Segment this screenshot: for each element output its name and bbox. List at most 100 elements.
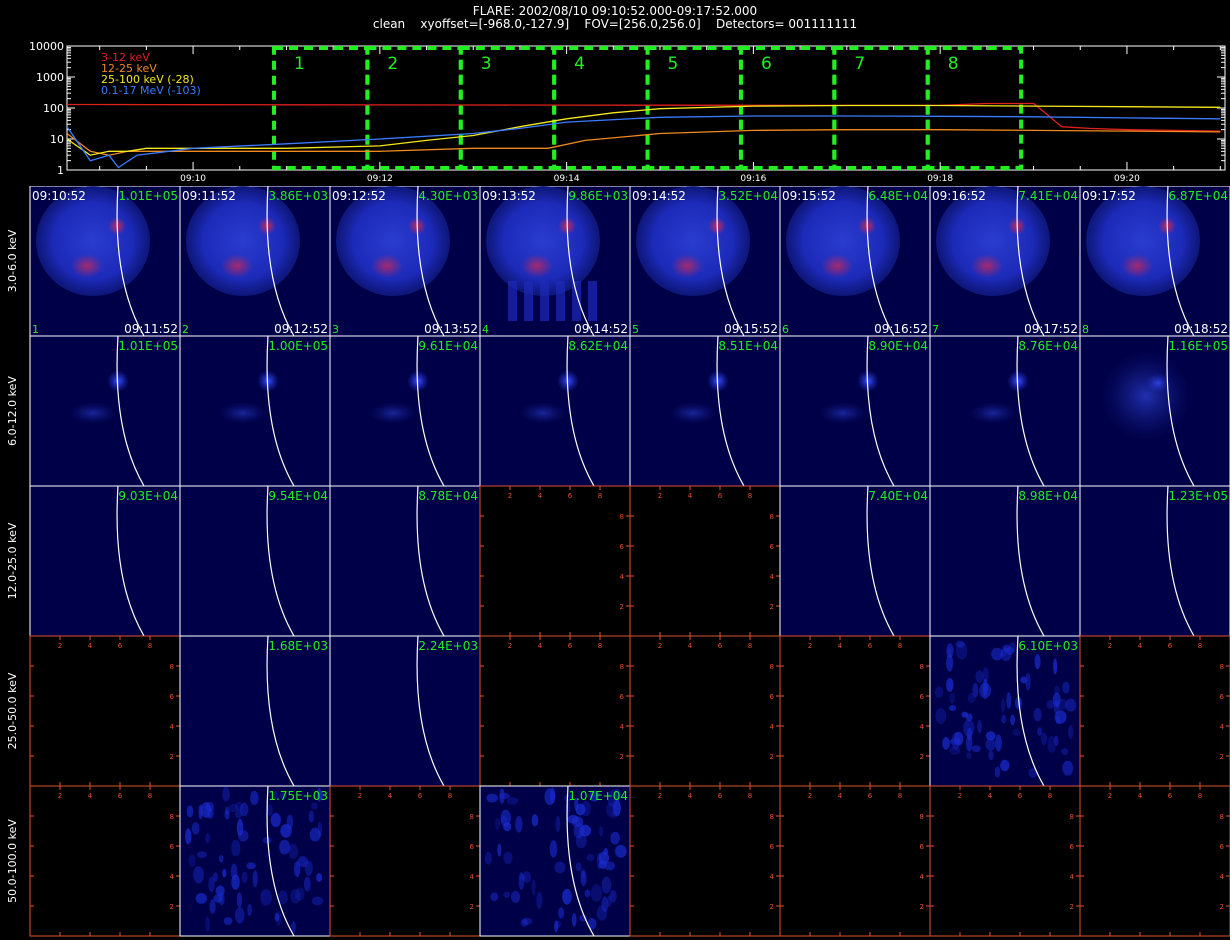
panel-peak-value: 2.24E+03: [418, 639, 478, 653]
empty-panel-frame: [629, 635, 781, 787]
noise-speckle: [580, 800, 591, 817]
source-peak: [221, 254, 253, 278]
image-panel: 7.41E+04 09:16:52 09:17:52 7: [929, 186, 1081, 337]
axis-tick-label: 8: [1220, 663, 1224, 671]
axis-tick-label: 4: [770, 573, 775, 581]
noise-speckle: [510, 890, 521, 903]
noise-speckle: [494, 817, 501, 830]
image-panel: 8.62E+04: [479, 335, 631, 487]
axis-tick-label: 8: [448, 792, 452, 800]
image-panel: 2 2 4 4 6 6 8 8: [779, 785, 931, 937]
source-streak: [572, 281, 581, 321]
y-tick-label: 100: [43, 102, 64, 115]
source-streak: [556, 281, 565, 321]
axis-tick-label: 6: [770, 843, 775, 851]
axis-tick-label: 8: [898, 792, 902, 800]
axis-tick-label: 4: [170, 873, 175, 881]
panel-peak-value: 6.48E+04: [868, 189, 928, 203]
noise-speckle: [223, 917, 233, 926]
source-blob: [219, 402, 267, 424]
panel-frame: [179, 485, 331, 637]
panel-end-time: 09:18:52: [1174, 322, 1228, 336]
noise-speckle: [1054, 685, 1061, 695]
noise-speckle: [985, 738, 996, 751]
panel-peak-value: 1.23E+05: [1168, 489, 1228, 503]
interval-label: 1: [294, 54, 305, 74]
noise-speckle: [596, 905, 608, 921]
noise-speckle: [205, 916, 210, 933]
series-line: [66, 129, 1221, 156]
axis-tick-label: 4: [88, 642, 93, 650]
axis-tick-label: 2: [770, 603, 774, 611]
panel-end-time: 09:11:52: [124, 322, 178, 336]
empty-panel-frame: [779, 635, 931, 787]
noise-speckle: [1020, 676, 1028, 684]
panel-start-time: 09:16:52: [932, 189, 986, 203]
axis-tick-label: 4: [770, 723, 775, 731]
panel-peak-value: 1.07E+04: [568, 789, 628, 803]
noise-speckle: [946, 654, 954, 672]
source-peak: [671, 254, 703, 278]
image-panel: 6.10E+03: [929, 635, 1081, 787]
noise-speckle: [1062, 681, 1070, 694]
panel-frame: [1079, 485, 1230, 637]
noise-speckle: [1040, 732, 1047, 746]
source-blob: [669, 402, 717, 424]
noise-speckle: [961, 711, 969, 718]
noise-speckle: [1001, 714, 1007, 724]
axis-tick-label: 4: [388, 792, 393, 800]
panel-end-time: 09:17:52: [1024, 322, 1078, 336]
image-panel: 1.01E+05 09:10:52 09:11:52 1: [29, 186, 181, 337]
axis-tick-label: 2: [170, 753, 174, 761]
noise-speckle: [949, 692, 955, 704]
noise-speckle: [279, 839, 291, 855]
panel-peak-value: 3.52E+04: [718, 189, 778, 203]
axis-tick-label: 2: [1220, 903, 1224, 911]
axis-tick-label: 4: [1220, 723, 1225, 731]
panel-end-time: 09:15:52: [724, 322, 778, 336]
legend-entry: 0.1-17 MeV (-103): [101, 84, 201, 97]
panel-start-time: 09:11:52: [182, 189, 236, 203]
noise-speckle: [250, 790, 259, 806]
image-panel: 2 2 4 4 6 6 8 8: [29, 785, 181, 937]
noise-speckle: [215, 885, 225, 897]
noise-speckle: [966, 752, 972, 759]
interval-box: [272, 46, 370, 170]
axis-tick-label: 8: [920, 663, 924, 671]
noise-speckle: [1062, 760, 1074, 776]
interval-box: [738, 46, 837, 170]
source-peak: [1146, 373, 1170, 393]
axis-tick-label: 2: [1108, 792, 1112, 800]
noise-speckle: [587, 917, 597, 930]
noise-speckle: [184, 828, 192, 845]
source-blob: [969, 402, 1017, 424]
noise-speckle: [222, 786, 230, 802]
noise-speckle: [531, 878, 536, 896]
axis-tick-label: 6: [718, 792, 723, 800]
noise-speckle: [193, 866, 204, 884]
empty-panel-frame: [1079, 635, 1230, 787]
axis-tick-label: 4: [1138, 792, 1143, 800]
axis-tick-label: 6: [620, 693, 625, 701]
source-peak: [821, 254, 853, 278]
noise-speckle: [549, 787, 556, 804]
empty-panel-frame: [1079, 785, 1230, 937]
image-panel: 8.90E+04: [779, 335, 931, 487]
panel-end-time: 09:14:52: [574, 322, 628, 336]
source-streak: [524, 281, 533, 321]
row-energy-label: 6.0-12.0 keV: [6, 376, 19, 446]
axis-tick-label: 8: [770, 513, 774, 521]
panel-peak-value: 1.01E+05: [118, 339, 178, 353]
plot-subtitle: clean xyoffset=[-968.0,-127.9] FOV=[256.…: [372, 17, 858, 31]
source-peak: [521, 254, 553, 278]
axis-tick-label: 2: [58, 792, 62, 800]
panel-index: 1: [32, 323, 39, 336]
image-panel: 1.16E+05: [1079, 335, 1230, 487]
noise-speckle: [1001, 698, 1006, 713]
panel-index: 6: [782, 323, 789, 336]
noise-speckle: [575, 862, 582, 872]
noise-speckle: [209, 899, 216, 914]
noise-speckle: [1012, 729, 1021, 737]
source-streak: [508, 281, 517, 321]
panel-frame: [179, 635, 331, 787]
